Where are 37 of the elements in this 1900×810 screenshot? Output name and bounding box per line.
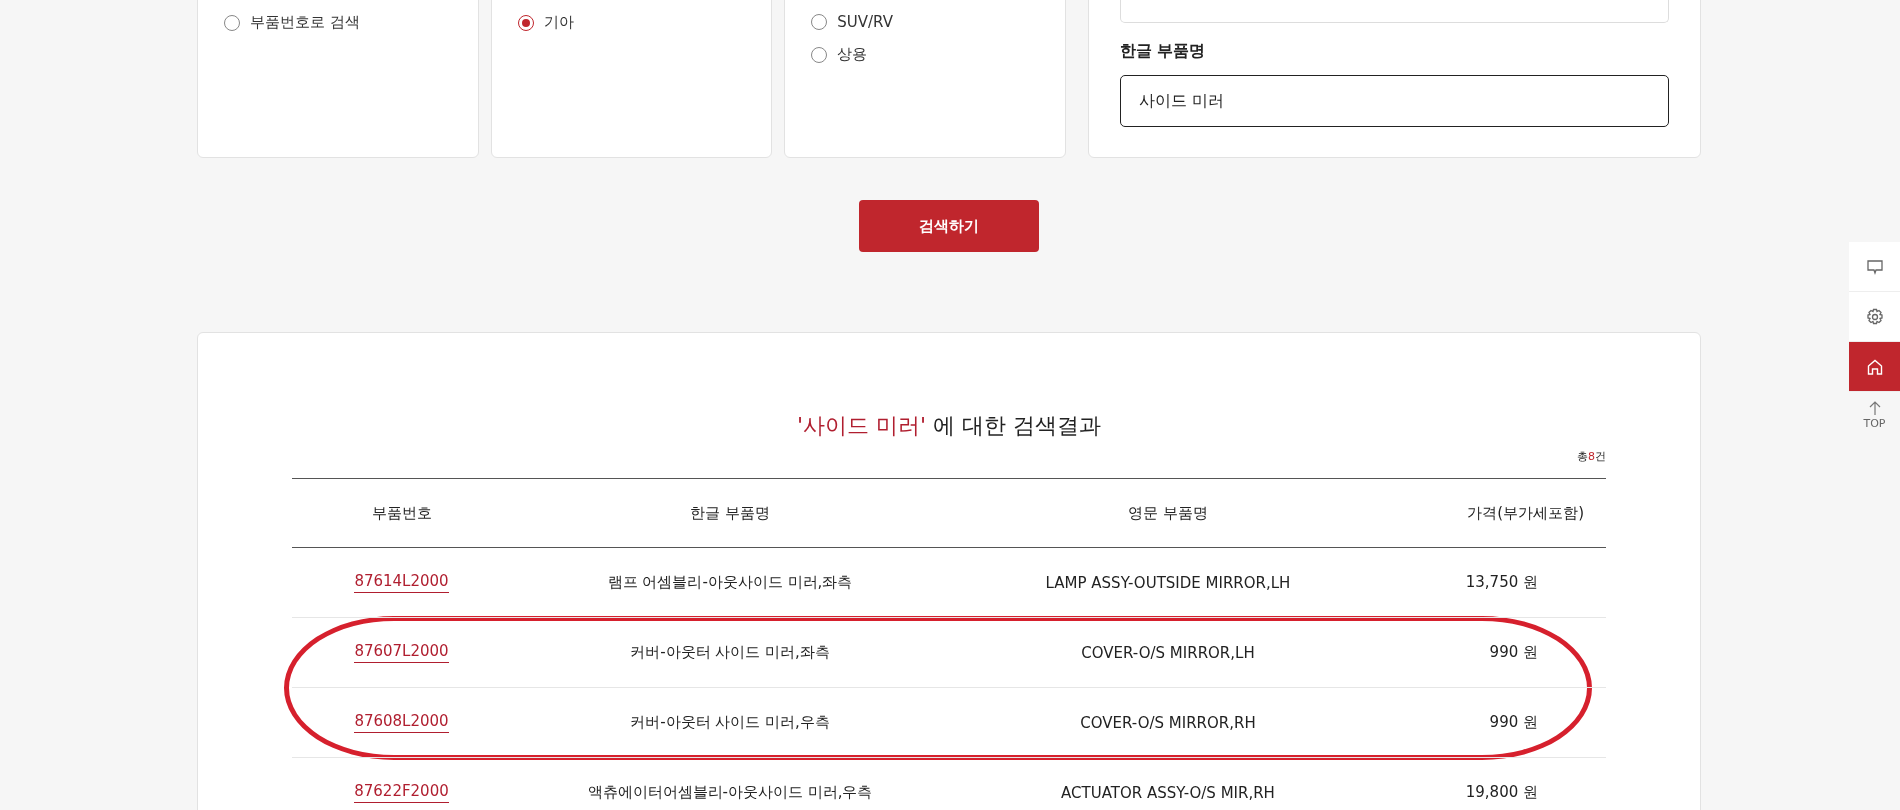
korean-name-cell: 커버-아웃터 사이드 미러,우측 [630, 713, 830, 732]
radio-option[interactable]: 기아 [517, 13, 574, 32]
korean-name-cell: 커버-아웃터 사이드 미러,좌측 [630, 643, 830, 662]
top-button[interactable]: TOP [1849, 400, 1900, 431]
search-button[interactable]: 검색하기 [859, 200, 1039, 252]
price-cell: 19,800 원 [1465, 783, 1538, 802]
chat-icon [1865, 257, 1884, 276]
column-header: 가격(부가세포함) [1467, 503, 1584, 523]
part-number-link[interactable]: 87608L2000 [354, 712, 449, 733]
price-cell: 990 원 [1489, 713, 1538, 732]
english-name-cell: COVER-O/S MIRROR,LH [1081, 643, 1255, 662]
field-label: 한글 부품명 [1119, 41, 1207, 62]
results-title: '사이드 미러' 에 대한 검색결과 [795, 412, 1103, 440]
part-name-field[interactable]: 사이드 미러 [1119, 75, 1669, 127]
price-cell: 13,750 원 [1465, 573, 1538, 592]
chat-button[interactable] [1849, 242, 1900, 292]
radio-option[interactable]: 상용 [811, 45, 868, 64]
settings-icon [1865, 307, 1884, 326]
radio-option[interactable]: 부품번호로 검색 [224, 13, 360, 32]
total-count: 총8건 [1577, 449, 1606, 464]
part-number-link[interactable]: 87607L2000 [354, 642, 449, 663]
column-header: 한글 부품명 [690, 503, 770, 523]
english-name-cell: COVER-O/S MIRROR,RH [1080, 713, 1256, 732]
english-name-cell: LAMP ASSY-OUTSIDE MIRROR,LH [1045, 573, 1291, 592]
column-header: 영문 부품명 [1128, 503, 1208, 523]
home-button[interactable] [1849, 342, 1900, 392]
price-cell: 990 원 [1489, 643, 1538, 662]
korean-name-cell: 램프 어셈블리-아웃사이드 미러,좌측 [607, 573, 853, 592]
up-arrow-icon [1868, 401, 1881, 415]
radio-option[interactable]: SUV/RV [811, 13, 893, 31]
korean-name-cell: 액츄에이터어셈블리-아웃사이드 미러,우측 [587, 783, 873, 802]
part-number-link[interactable]: 87614L2000 [354, 572, 449, 593]
home-icon [1865, 357, 1884, 376]
english-name-cell: ACTUATOR ASSY-O/S MIR,RH [1061, 783, 1275, 802]
settings-button[interactable] [1849, 292, 1900, 342]
part-number-link[interactable]: 87622F2000 [354, 782, 449, 803]
column-header: 부품번호 [371, 503, 432, 523]
